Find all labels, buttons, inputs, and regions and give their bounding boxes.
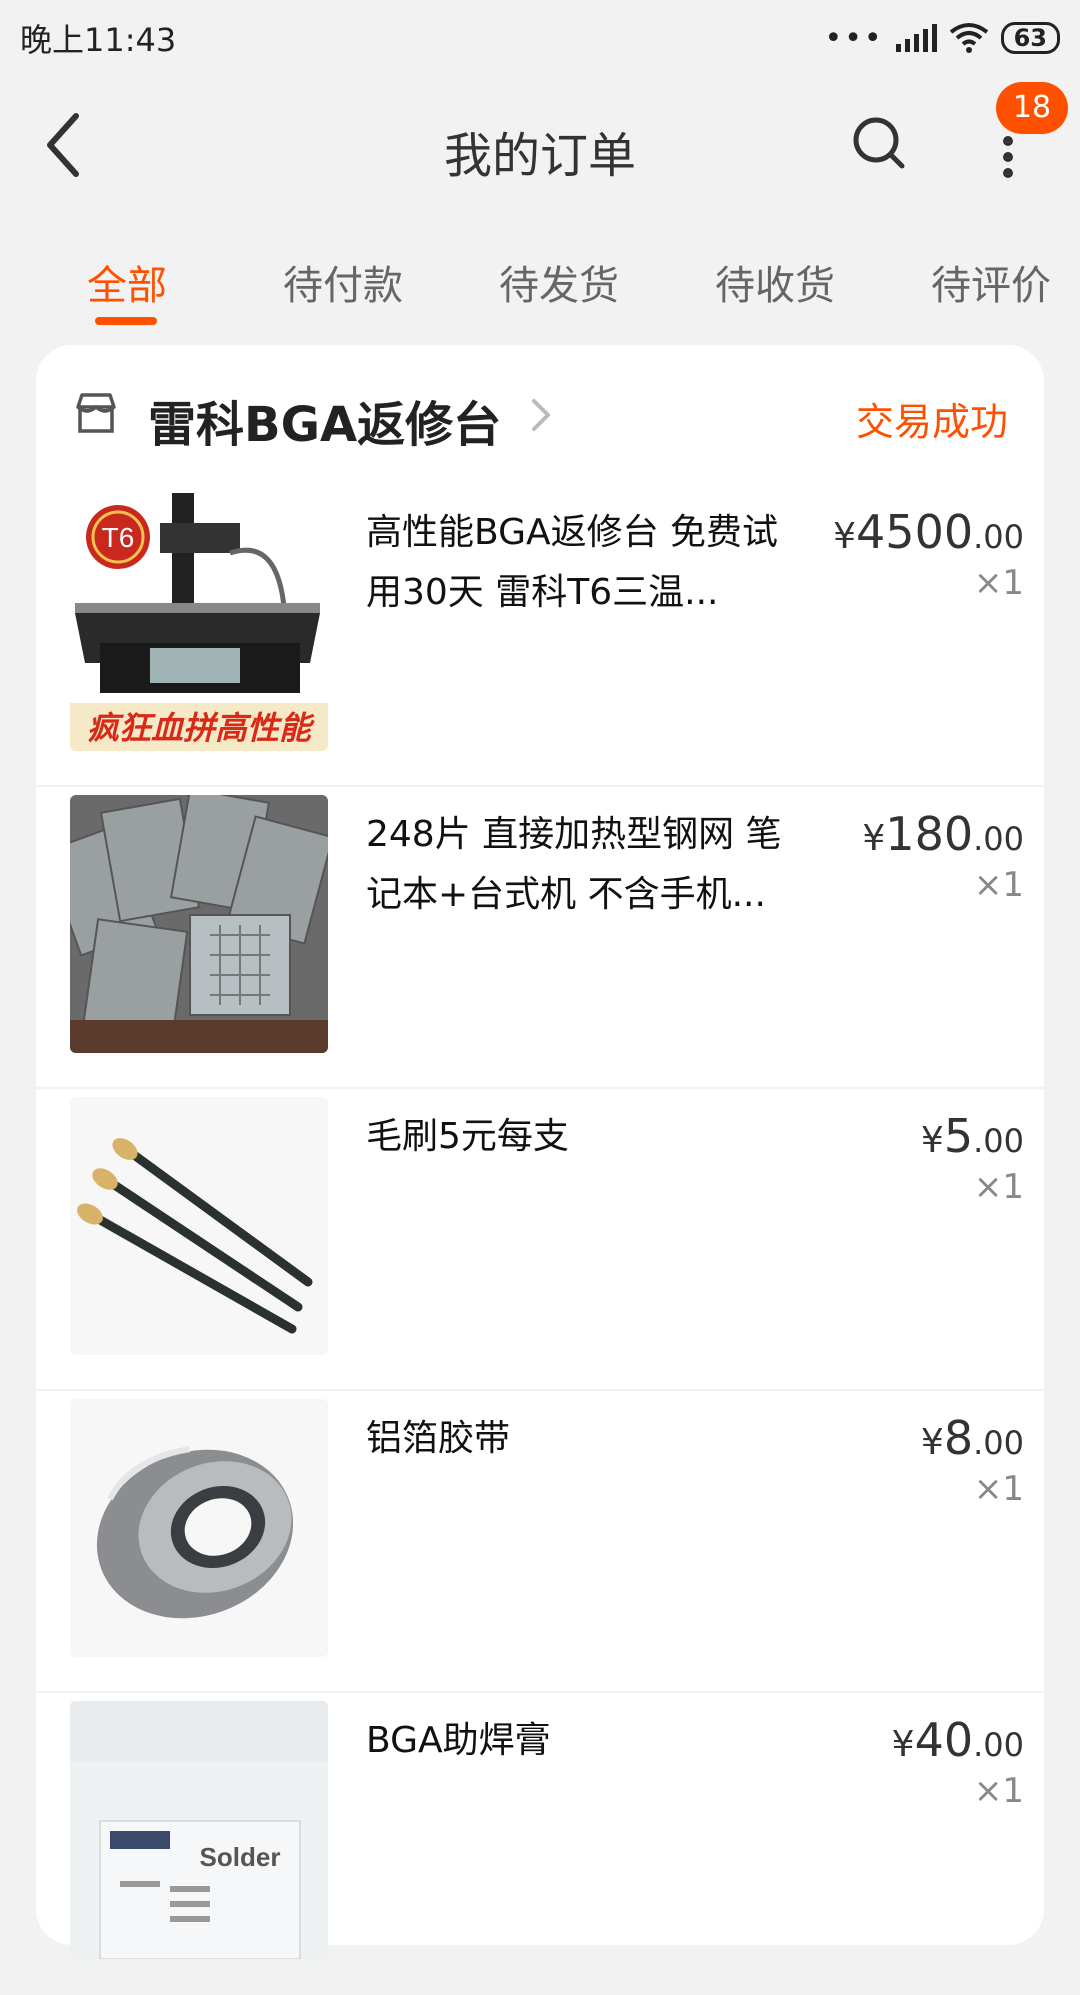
product-title[interactable]: 铝箔胶带 (366, 1409, 806, 1469)
tab-pending-payment[interactable]: 待付款 (283, 253, 403, 311)
tab-pending-review[interactable]: 待评价 (931, 253, 1051, 311)
tab-pending-receipt[interactable]: 待收货 (715, 253, 835, 311)
tab-pending-shipment[interactable]: 待发货 (499, 253, 619, 311)
product-image: Solder (70, 1701, 328, 1959)
more-status-dots: ••• (824, 20, 884, 56)
thumb-logo: T6 (102, 522, 135, 553)
list-item[interactable]: T6 疯狂血拼高性能 高性能BGA返修台 免费试用30天 雷科T6三温... ¥… (36, 485, 1044, 787)
product-image (70, 1399, 328, 1657)
battery-icon: 63 (1000, 22, 1060, 54)
list-item[interactable]: 248片 直接加热型钢网 笔记本+台式机 不含手机... ¥180.00 ×1 (36, 787, 1044, 1089)
product-quantity: ×1 (973, 563, 1024, 603)
thumb-label: Solder (200, 1842, 281, 1872)
shop-name[interactable]: 雷科BGA返修台 (148, 385, 501, 455)
chevron-right-icon (532, 399, 550, 431)
status-time: 晚上11:43 (20, 21, 177, 59)
shop-row[interactable]: 雷科BGA返修台 交易成功 (36, 345, 1044, 485)
wifi-icon (949, 23, 988, 53)
list-item[interactable]: 铝箔胶带 ¥8.00 ×1 (36, 1391, 1044, 1693)
thumb-caption: 疯狂血拼高性能 (87, 709, 315, 747)
page-title: 我的订单 (443, 128, 636, 184)
search-icon[interactable] (850, 114, 910, 174)
active-tab-indicator (95, 317, 157, 325)
product-price: ¥40.00 (891, 1713, 1024, 1767)
signal-icon (895, 24, 937, 52)
order-status: 交易成功 (855, 400, 1008, 444)
product-image (70, 795, 328, 1053)
product-title[interactable]: 毛刷5元每支 (366, 1107, 806, 1167)
product-price: ¥180.00 (862, 807, 1024, 861)
tab-all[interactable]: 全部 (87, 253, 167, 311)
product-quantity: ×1 (973, 1167, 1024, 1207)
header: 我的订单 18 (0, 80, 1080, 210)
list-item[interactable]: 毛刷5元每支 ¥5.00 ×1 (36, 1089, 1044, 1391)
product-title[interactable]: BGA助焊膏 (366, 1711, 806, 1771)
more-icon[interactable] (988, 130, 1028, 210)
status-bar: 晚上11:43 ••• 63 (0, 0, 1080, 76)
order-card[interactable]: 雷科BGA返修台 交易成功 T6 疯狂血拼高性能 高性能BGA返修台 免费试用3… (36, 345, 1044, 1959)
product-quantity: ×1 (973, 1469, 1024, 1509)
store-icon (76, 393, 116, 433)
product-title[interactable]: 248片 直接加热型钢网 笔记本+台式机 不含手机... (366, 805, 806, 925)
product-quantity: ×1 (973, 1771, 1024, 1811)
product-quantity: ×1 (973, 865, 1024, 905)
product-price: ¥4500.00 (833, 505, 1024, 559)
product-image: T6 疯狂血拼高性能 (70, 493, 328, 751)
list-item[interactable]: Solder BGA助焊膏 ¥40.00 ×1 (36, 1693, 1044, 1995)
status-icons: ••• 63 (824, 20, 1060, 56)
product-title[interactable]: 高性能BGA返修台 免费试用30天 雷科T6三温... (366, 503, 806, 623)
product-image (70, 1097, 328, 1355)
product-price: ¥5.00 (920, 1109, 1024, 1163)
product-price: ¥8.00 (920, 1411, 1024, 1465)
order-tabs: 全部 待付款 待发货 待收货 待评价 (0, 235, 1080, 335)
notification-badge: 18 (996, 82, 1068, 134)
